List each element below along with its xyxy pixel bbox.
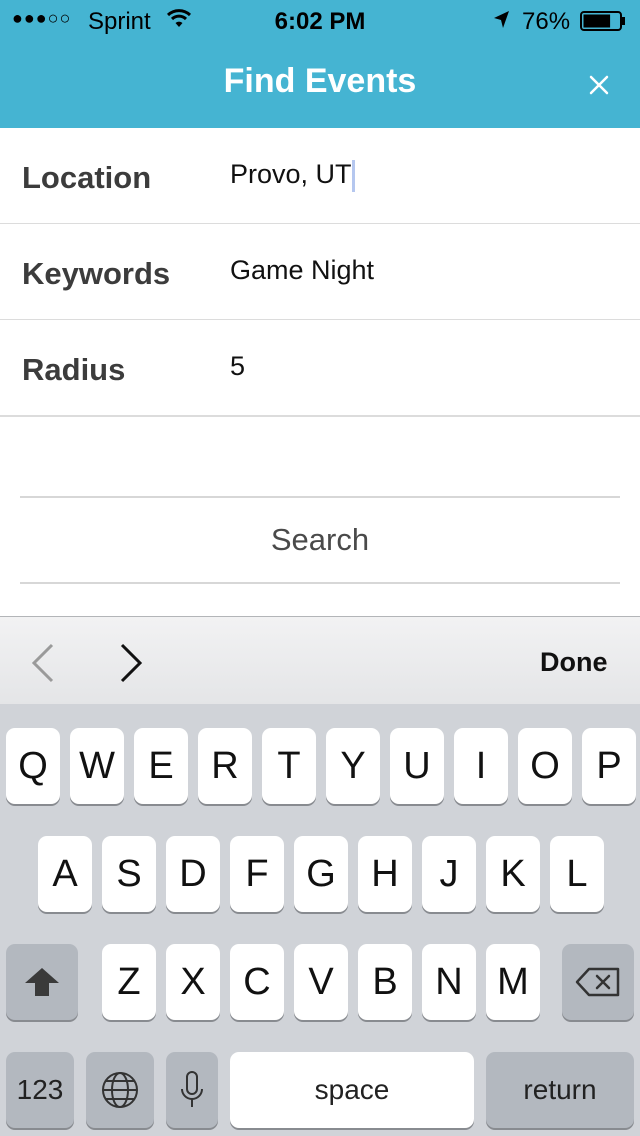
key-x[interactable]: X [166,944,220,1020]
microphone-icon [181,1071,203,1107]
key-j[interactable]: J [422,836,476,912]
key-l[interactable]: L [550,836,604,912]
key-h[interactable]: H [358,836,412,912]
status-bar: ●●●○○ Sprint 6:02 PM 76% [0,0,640,40]
battery-percent: 76% [522,8,571,35]
key-t[interactable]: T [262,728,316,804]
key-e[interactable]: E [134,728,188,804]
key-a[interactable]: A [38,836,92,912]
space-key[interactable]: space [230,1052,474,1128]
done-button[interactable]: Done [540,647,608,678]
battery-icon [580,11,625,31]
keyboard-toolbar: Done [0,616,640,705]
key-d[interactable]: D [166,836,220,912]
close-icon[interactable] [584,70,614,100]
search-button[interactable]: Search [20,498,620,582]
radius-label: Radius [22,352,126,387]
key-g[interactable]: G [294,836,348,912]
numbers-key[interactable]: 123 [6,1052,74,1128]
key-s[interactable]: S [102,836,156,912]
backspace-key[interactable] [562,944,634,1020]
key-o[interactable]: O [518,728,572,804]
divider [20,582,620,584]
key-f[interactable]: F [230,836,284,912]
key-z[interactable]: Z [102,944,156,1020]
backspace-icon [575,967,620,997]
header: ●●●○○ Sprint 6:02 PM 76% Find Events [0,0,640,128]
dictation-key[interactable] [166,1052,218,1128]
shift-icon [25,968,59,996]
keywords-row: Keywords [0,224,640,321]
location-input[interactable] [230,156,610,192]
key-y[interactable]: Y [326,728,380,804]
radius-input[interactable] [230,348,610,384]
key-r[interactable]: R [198,728,252,804]
return-key[interactable]: return [486,1052,634,1128]
location-label: Location [22,160,152,195]
key-m[interactable]: M [486,944,540,1020]
shift-key[interactable] [6,944,78,1020]
keyboard: QWERTYUIOP ASDFGHJKL ZXCVBNM 123 space r… [0,704,640,1136]
key-b[interactable]: B [358,944,412,1020]
globe-icon [102,1072,138,1108]
key-v[interactable]: V [294,944,348,1020]
location-arrow-icon [494,11,509,28]
key-n[interactable]: N [422,944,476,1020]
chevron-right-icon[interactable] [116,639,148,687]
keywords-label: Keywords [22,256,171,291]
radius-row: Radius [0,320,640,417]
text-cursor [352,160,355,192]
key-k[interactable]: K [486,836,540,912]
chevron-left-icon[interactable] [26,639,58,687]
key-u[interactable]: U [390,728,444,804]
key-w[interactable]: W [70,728,124,804]
location-row: Location [0,128,640,225]
globe-key[interactable] [86,1052,154,1128]
key-q[interactable]: Q [6,728,60,804]
key-p[interactable]: P [582,728,636,804]
page-title: Find Events [223,62,417,100]
keywords-input[interactable] [230,252,610,288]
key-c[interactable]: C [230,944,284,1020]
key-i[interactable]: I [454,728,508,804]
